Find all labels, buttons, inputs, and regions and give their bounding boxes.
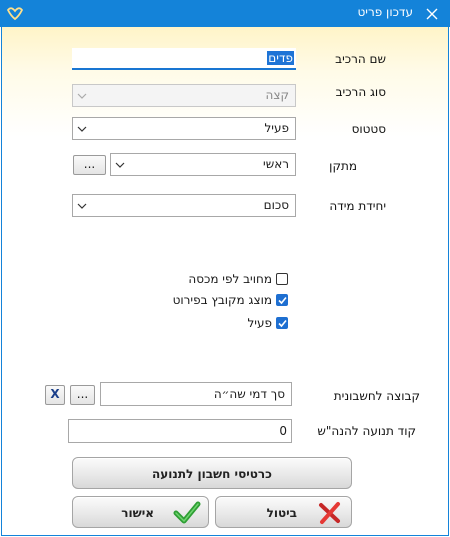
invoice-group-field[interactable]: סך דמי שה״ה <box>100 382 292 406</box>
unit-select[interactable]: סכום <box>72 194 296 217</box>
confirm-label: אישור <box>121 506 154 520</box>
confirm-button[interactable]: אישור <box>72 496 209 528</box>
title-bar: עדכון פריט <box>0 0 450 27</box>
app-logo-icon <box>6 4 24 22</box>
invoice-group-value: סך דמי שה״ה <box>213 387 285 401</box>
movement-code-field[interactable]: 0 <box>68 419 292 443</box>
device-value: ראשי <box>263 157 289 171</box>
active-checkbox-row[interactable]: פעיל <box>247 316 288 330</box>
component-type-label: סוג הרכיב <box>335 85 386 99</box>
dialog-body: שם הרכיב פדים סוג הרכיב קצה סטטוס פעיל מ… <box>1 27 449 536</box>
grouped-detail-checkbox[interactable] <box>276 294 288 306</box>
invoice-group-label: קבוצה לחשבונית <box>333 389 420 403</box>
movement-code-value: 0 <box>279 424 287 438</box>
account-cards-label: כרטיסי חשבון לתנועה <box>152 467 272 481</box>
quota-checkbox-row[interactable]: מחויב לפי מכסה <box>188 272 288 286</box>
cancel-label: ביטול <box>266 506 297 520</box>
active-checkbox-label: פעיל <box>247 316 272 330</box>
chevron-down-icon <box>77 197 87 214</box>
chevron-down-icon <box>77 87 87 104</box>
grouped-detail-checkbox-label: מוצג מקובץ בפירוט <box>172 293 272 307</box>
movement-code-label: קוד תנועה להנה"ש <box>317 424 416 438</box>
device-label: מתקן <box>329 159 357 173</box>
status-select[interactable]: פעיל <box>72 117 296 140</box>
close-icon[interactable] <box>422 4 442 24</box>
component-type-select: קצה <box>72 84 296 107</box>
window-title: עדכון פריט <box>357 5 414 19</box>
cancel-x-icon <box>317 500 343 529</box>
unit-value: סכום <box>263 198 289 212</box>
component-name-label: שם הרכיב <box>335 52 386 66</box>
active-checkbox[interactable] <box>276 317 288 329</box>
group-browse-button[interactable]: ... <box>70 385 95 405</box>
status-label: סטטוס <box>351 122 386 136</box>
unit-label: יחידת מידה <box>329 199 386 213</box>
component-type-value: קצה <box>265 88 289 102</box>
chevron-down-icon <box>77 120 87 137</box>
component-name-value: פדים <box>267 51 294 65</box>
confirm-check-icon <box>173 500 201 529</box>
account-cards-button[interactable]: כרטיסי חשבון לתנועה <box>72 457 352 489</box>
quota-checkbox[interactable] <box>276 273 288 285</box>
status-value: פעיל <box>264 121 289 135</box>
device-select[interactable]: ראשי <box>110 153 296 176</box>
cancel-button[interactable]: ביטול <box>215 496 352 528</box>
quota-checkbox-label: מחויב לפי מכסה <box>188 272 272 286</box>
grouped-detail-checkbox-row[interactable]: מוצג מקובץ בפירוט <box>173 293 288 307</box>
device-browse-button[interactable]: ... <box>73 155 106 175</box>
component-name-field[interactable]: פדים <box>72 48 296 70</box>
chevron-down-icon <box>115 156 125 173</box>
clear-group-button[interactable]: X <box>45 385 65 405</box>
